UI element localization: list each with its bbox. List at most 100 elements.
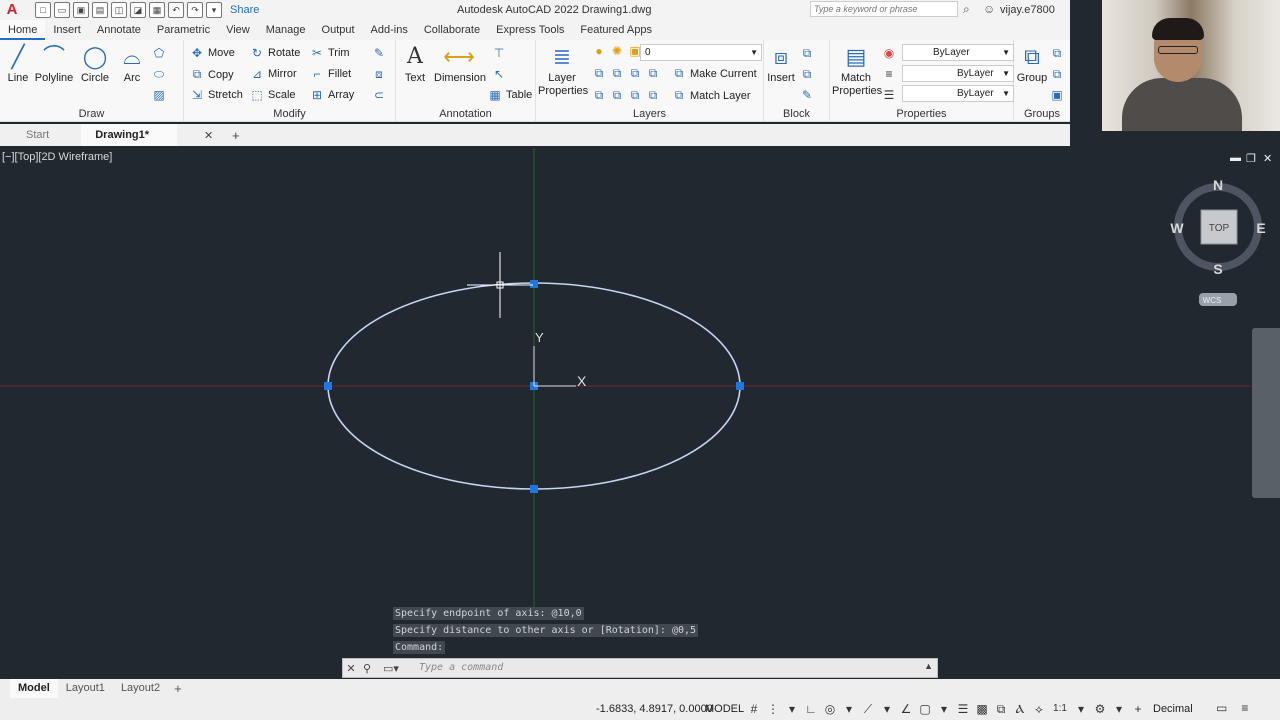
user-name[interactable]: vijay.e7800 — [1000, 4, 1055, 16]
quick-properties-icon[interactable]: ▭ — [1216, 701, 1227, 715]
object-snap-icon[interactable]: ▢ — [917, 700, 933, 718]
offset-tool[interactable]: ⊂ — [372, 88, 386, 102]
make-current-button[interactable]: ⧉ Make Current — [672, 66, 757, 81]
create-block-tool[interactable]: ⧉ — [800, 46, 814, 61]
circle-button[interactable]: ◯ Circle — [78, 44, 112, 84]
block-panel-title[interactable]: Block — [764, 108, 829, 120]
redo-icon[interactable]: ↷ — [187, 2, 203, 18]
close-command-icon[interactable]: ✕ — [343, 662, 359, 675]
grip-left[interactable] — [324, 382, 332, 390]
command-input[interactable]: Type a command — [419, 662, 503, 673]
dropdown-icon[interactable]: ▾ — [1111, 700, 1127, 718]
tab-collaborate[interactable]: Collaborate — [416, 20, 488, 40]
grid-icon[interactable]: # — [746, 700, 762, 718]
navigation-bar[interactable] — [1252, 328, 1280, 498]
annotation-panel-title[interactable]: Annotation — [396, 108, 535, 120]
compass-north[interactable]: N — [1213, 177, 1223, 193]
move-button[interactable]: ✥ Move — [190, 46, 235, 60]
rotate-button[interactable]: ↻ Rotate — [250, 46, 300, 60]
ungroup-tool[interactable]: ⧉ — [1050, 46, 1064, 61]
text-button[interactable]: A Text — [402, 44, 428, 84]
cursor-coordinates[interactable]: -1.6833, 4.8917, 0.0000 — [596, 703, 713, 715]
new-file-icon[interactable]: □ — [35, 2, 51, 18]
dimension-button[interactable]: ⟷ Dimension — [434, 44, 486, 84]
modify-panel-title[interactable]: Modify — [184, 108, 395, 120]
draw-panel-title[interactable]: Draw — [0, 108, 183, 120]
object-snap-tracking-icon[interactable]: ∠ — [898, 700, 914, 718]
layer-properties-button[interactable]: ≣ Layer Properties — [538, 44, 588, 98]
tab-annotate[interactable]: Annotate — [89, 20, 149, 40]
layout-tab-layout2[interactable]: Layout2 — [113, 679, 168, 698]
recent-commands-icon[interactable]: ▭▾ — [383, 662, 399, 675]
dropdown-icon[interactable]: ▾ — [1073, 700, 1089, 718]
auto-scale-icon[interactable]: ⟡ — [1031, 700, 1047, 718]
tab-manage[interactable]: Manage — [258, 20, 314, 40]
layer-tools-row1[interactable]: ⧉ ⧉ ⧉ ⧉ — [592, 66, 660, 81]
expand-history-icon[interactable]: ▲ — [924, 661, 933, 671]
user-icon[interactable]: ☺ — [983, 2, 995, 16]
undo-icon[interactable]: ↶ — [168, 2, 184, 18]
erase-tool[interactable]: ✎ — [372, 46, 386, 60]
line-button[interactable]: ╱ Line — [4, 44, 32, 84]
tab-view[interactable]: View — [218, 20, 258, 40]
selection-cycling-icon[interactable]: ⧉ — [993, 700, 1009, 718]
search-icon[interactable]: ⌕ — [963, 2, 970, 17]
group-button[interactable]: ⧉ Group — [1016, 44, 1048, 84]
stretch-button[interactable]: ⇲ Stretch — [190, 88, 243, 102]
drawing-viewport[interactable]: [−][Top][2D Wireframe] ▬ ❐ ✕ Y X TOP N S… — [0, 148, 1280, 678]
color-dropdown[interactable]: ByLayer ▼ — [902, 44, 1014, 61]
tab-insert[interactable]: Insert — [45, 20, 89, 40]
plot-icon[interactable]: ▦ — [149, 2, 165, 18]
table-button[interactable]: ▦ Table — [488, 88, 532, 102]
groups-panel-title[interactable]: Groups — [1014, 108, 1070, 120]
insert-block-button[interactable]: ⧈ Insert — [766, 44, 796, 84]
close-icon[interactable]: ✕ — [204, 129, 213, 142]
open-folder-icon[interactable]: ▭ — [54, 2, 70, 18]
leader-tool[interactable]: ⊤ — [492, 46, 506, 60]
tab-express-tools[interactable]: Express Tools — [488, 20, 572, 40]
dropdown-icon[interactable]: ▾ — [784, 700, 800, 718]
customize-status-icon[interactable]: ≡ — [1241, 701, 1248, 715]
ellipse-tool[interactable]: ⬭ — [152, 67, 166, 82]
compass-east[interactable]: E — [1256, 220, 1265, 236]
app-menu-logo[interactable]: A — [3, 1, 21, 19]
units-display[interactable]: Decimal — [1153, 703, 1193, 715]
web-mobile-open-icon[interactable]: ◫ — [111, 2, 127, 18]
fillet-button[interactable]: ⌐ Fillet — [310, 67, 351, 81]
transparency-icon[interactable]: ▩ — [974, 700, 990, 718]
grip-top[interactable] — [530, 280, 538, 288]
snap-mode-icon[interactable]: ⋮ — [765, 700, 781, 718]
tab-home[interactable]: Home — [0, 20, 46, 40]
compass-south[interactable]: S — [1213, 261, 1222, 277]
annotation-scale[interactable]: 1:1 — [1050, 700, 1070, 718]
save-as-icon[interactable]: ▤ — [92, 2, 108, 18]
save-icon[interactable]: ▣ — [73, 2, 89, 18]
edit-attributes-tool[interactable]: ✎ — [800, 88, 814, 102]
dropdown-icon[interactable]: ▾ — [936, 700, 952, 718]
layout-tab-layout1[interactable]: Layout1 — [58, 679, 113, 698]
group-select-tool[interactable]: ▣ — [1050, 88, 1064, 102]
isodraft-icon[interactable]: ⟋ — [860, 700, 876, 718]
rectangle-tool[interactable]: ⬠ — [152, 46, 166, 60]
hatch-tool[interactable]: ▨ — [152, 88, 166, 102]
share-button[interactable]: Share — [230, 4, 259, 16]
add-tab-icon[interactable]: + — [232, 128, 240, 143]
match-layer-button[interactable]: ⧉ Match Layer — [672, 88, 751, 103]
viewcube[interactable]: TOP N S E W WCS — [1170, 177, 1266, 306]
array-button[interactable]: ⊞ Array — [310, 88, 354, 102]
layer-tools-row2[interactable]: ⧉ ⧉ ⧉ ⧉ — [592, 88, 660, 103]
grip-bottom[interactable] — [530, 485, 538, 493]
multileader-tool[interactable]: ↖ — [492, 67, 506, 81]
file-tab-drawing1[interactable]: Drawing1* — [81, 124, 178, 146]
tab-parametric[interactable]: Parametric — [149, 20, 218, 40]
dropdown-icon[interactable]: ▾ — [879, 700, 895, 718]
layer-state-icons[interactable]: ● ✺ ▣ — [592, 44, 642, 58]
workspace-gear-icon[interactable]: ⚙ — [1092, 700, 1108, 718]
add-layout-icon[interactable]: + — [168, 681, 188, 696]
polar-tracking-icon[interactable]: ◎ — [822, 700, 838, 718]
tab-output[interactable]: Output — [314, 20, 363, 40]
properties-panel-title[interactable]: Properties — [830, 108, 1013, 120]
polyline-button[interactable]: ⌒ Polyline — [34, 44, 74, 84]
lineweight-dropdown[interactable]: ByLayer ▼ — [902, 65, 1014, 82]
arc-button[interactable]: ⌓ Arc — [118, 44, 146, 84]
